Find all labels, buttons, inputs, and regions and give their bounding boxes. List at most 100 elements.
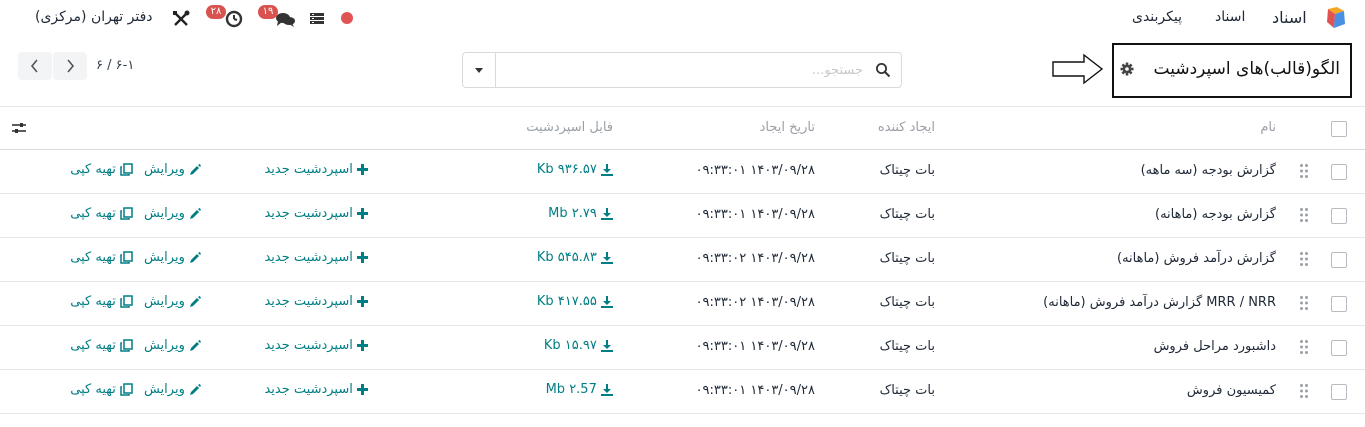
created-date: ۱۴۰۳/۰۹/۲۸ ۰۹:۳۳:۰۱ <box>695 163 815 178</box>
column-header-created[interactable]: تاریخ ایجاد <box>760 120 815 135</box>
table-row[interactable]: MRR / NRR گزارش درآمد فروش (ماهانه) بات چ… <box>0 282 1365 326</box>
chevron-left-icon <box>30 59 38 73</box>
nav-menu-documents[interactable]: اسناد <box>1215 9 1245 25</box>
download-icon <box>601 383 613 396</box>
company-switcher[interactable]: دفتر تهران (مرکزی) <box>35 9 153 25</box>
edit-button[interactable]: ویرایش <box>144 162 201 177</box>
row-checkbox[interactable] <box>1331 164 1347 180</box>
drag-handle-icon[interactable] <box>1299 163 1309 179</box>
duplicate-button[interactable]: تهیه کپی <box>70 294 133 309</box>
new-spreadsheet-button[interactable]: اسپردشیت جدید <box>264 162 368 177</box>
edit-button[interactable]: ویرایش <box>144 294 201 309</box>
column-header-creator[interactable]: ایجاد کننده <box>878 120 935 135</box>
nav-menu-configuration[interactable]: پیکربندی <box>1132 9 1182 25</box>
creator-name: بات چیتاک <box>879 207 935 222</box>
search-bar <box>462 52 902 88</box>
row-checkbox[interactable] <box>1331 208 1347 224</box>
row-checkbox[interactable] <box>1331 252 1347 268</box>
plus-icon <box>357 384 368 395</box>
new-spreadsheet-label: اسپردشیت جدید <box>264 294 353 309</box>
template-name[interactable]: گزارش بودجه (ماهانه) <box>1155 207 1276 222</box>
new-spreadsheet-button[interactable]: اسپردشیت جدید <box>264 206 368 221</box>
drag-handle-icon[interactable] <box>1299 339 1309 355</box>
edit-button[interactable]: ویرایش <box>144 206 201 221</box>
new-spreadsheet-button[interactable]: اسپردشیت جدید <box>264 338 368 353</box>
pager-previous-button[interactable] <box>18 52 52 80</box>
activity-clock-icon[interactable] <box>224 8 244 28</box>
edit-button[interactable]: ویرایش <box>144 338 201 353</box>
search-input[interactable] <box>497 53 869 87</box>
file-size: Mb ۲.۷۹ <box>548 206 597 221</box>
table-row[interactable]: داشبورد مراحل فروش بات چیتاک ۱۴۰۳/۰۹/۲۸ ۰۹… <box>0 326 1365 370</box>
column-header-file[interactable]: فایل اسپردشیت <box>526 120 613 135</box>
new-spreadsheet-button[interactable]: اسپردشیت جدید <box>264 250 368 265</box>
created-date: ۱۴۰۳/۰۹/۲۸ ۰۹:۳۳:۰۲ <box>695 251 815 266</box>
pager-value[interactable]: ۶-۱ / ۶ <box>96 58 134 73</box>
new-spreadsheet-button[interactable]: اسپردشیت جدید <box>264 294 368 309</box>
file-size: Kb ۵۴۵.۸۳ <box>536 250 597 265</box>
created-date: ۱۴۰۳/۰۹/۲۸ ۰۹:۳۳:۰۱ <box>695 383 815 398</box>
copy-icon <box>120 163 133 176</box>
pencil-icon <box>190 163 201 175</box>
template-name[interactable]: کمیسیون فروش <box>1187 383 1276 398</box>
search-icon[interactable] <box>875 62 891 78</box>
download-icon <box>601 163 613 176</box>
plus-icon <box>357 164 368 175</box>
table-row[interactable]: گزارش بودجه (سه ماهه) بات چیتاک ۱۴۰۳/۰۹/۲۸… <box>0 150 1365 194</box>
drag-handle-icon[interactable] <box>1299 383 1309 399</box>
download-icon <box>601 295 613 308</box>
duplicate-label: تهیه کپی <box>70 206 116 221</box>
select-all-checkbox[interactable] <box>1331 121 1347 137</box>
row-checkbox[interactable] <box>1331 384 1347 400</box>
spreadsheet-file-link[interactable]: Kb ۱۵.۹۷ <box>544 338 613 353</box>
gear-icon[interactable] <box>1120 62 1134 76</box>
created-date: ۱۴۰۳/۰۹/۲۸ ۰۹:۳۳:۰۱ <box>695 339 815 354</box>
pencil-icon <box>190 383 201 395</box>
drag-handle-icon[interactable] <box>1299 207 1309 223</box>
new-spreadsheet-label: اسپردشیت جدید <box>264 162 353 177</box>
plus-icon <box>357 208 368 219</box>
search-options-toggle[interactable] <box>463 53 496 87</box>
tools-icon[interactable] <box>172 8 190 28</box>
column-header-name[interactable]: نام <box>1260 120 1276 135</box>
drag-handle-icon[interactable] <box>1299 251 1309 267</box>
duplicate-label: تهیه کپی <box>70 294 116 309</box>
duplicate-button[interactable]: تهیه کپی <box>70 382 133 397</box>
template-name[interactable]: گزارش درآمد فروش (ماهانه) <box>1117 251 1276 266</box>
new-spreadsheet-label: اسپردشیت جدید <box>264 338 353 353</box>
edit-button[interactable]: ویرایش <box>144 250 201 265</box>
download-icon <box>601 251 613 264</box>
new-spreadsheet-label: اسپردشیت جدید <box>264 250 353 265</box>
table-row[interactable]: گزارش بودجه (ماهانه) بات چیتاک ۱۴۰۳/۰۹/۲۸ … <box>0 194 1365 238</box>
duplicate-button[interactable]: تهیه کپی <box>70 250 133 265</box>
status-dot-icon[interactable] <box>341 12 353 24</box>
template-name[interactable]: گزارش بودجه (سه ماهه) <box>1141 163 1276 178</box>
row-checkbox[interactable] <box>1331 296 1347 312</box>
duplicate-button[interactable]: تهیه کپی <box>70 338 133 353</box>
spreadsheet-file-link[interactable]: Mb ۲.57 <box>546 382 613 397</box>
nav-brand[interactable]: اسناد <box>1272 8 1307 27</box>
drag-handle-icon[interactable] <box>1299 295 1309 311</box>
new-spreadsheet-button[interactable]: اسپردشیت جدید <box>264 382 368 397</box>
table-row[interactable]: کمیسیون فروش بات چیتاک ۱۴۰۳/۰۹/۲۸ ۰۹:۳۳:۰۱… <box>0 370 1365 414</box>
duplicate-button[interactable]: تهیه کپی <box>70 206 133 221</box>
spreadsheet-file-link[interactable]: Kb ۴۱۷.۵۵ <box>537 294 613 309</box>
download-icon <box>601 207 613 220</box>
spreadsheet-file-link[interactable]: Kb ۵۴۵.۸۳ <box>537 250 613 265</box>
creator-name: بات چیتاک <box>879 295 935 310</box>
table-row[interactable]: گزارش درآمد فروش (ماهانه) بات چیتاک ۱۴۰۳/۰… <box>0 238 1365 282</box>
page-title-box: الگو(قالب)های اسپردشیت <box>1112 43 1352 98</box>
edit-button[interactable]: ویرایش <box>144 382 201 397</box>
duplicate-button[interactable]: تهیه کپی <box>70 162 133 177</box>
app-logo[interactable] <box>1324 6 1348 30</box>
pager-next-button[interactable] <box>53 52 87 80</box>
optional-columns-icon[interactable] <box>11 120 27 136</box>
table-icon[interactable] <box>309 8 325 28</box>
spreadsheet-file-link[interactable]: Kb ۹۳۶.۵۷ <box>537 162 613 177</box>
spreadsheet-file-link[interactable]: Mb ۲.۷۹ <box>548 206 613 221</box>
download-icon <box>601 339 613 352</box>
template-name[interactable]: داشبورد مراحل فروش <box>1154 339 1276 354</box>
row-checkbox[interactable] <box>1331 340 1347 356</box>
creator-name: بات چیتاک <box>879 339 935 354</box>
template-name[interactable]: MRR / NRR گزارش درآمد فروش (ماهانه) <box>1043 295 1276 310</box>
